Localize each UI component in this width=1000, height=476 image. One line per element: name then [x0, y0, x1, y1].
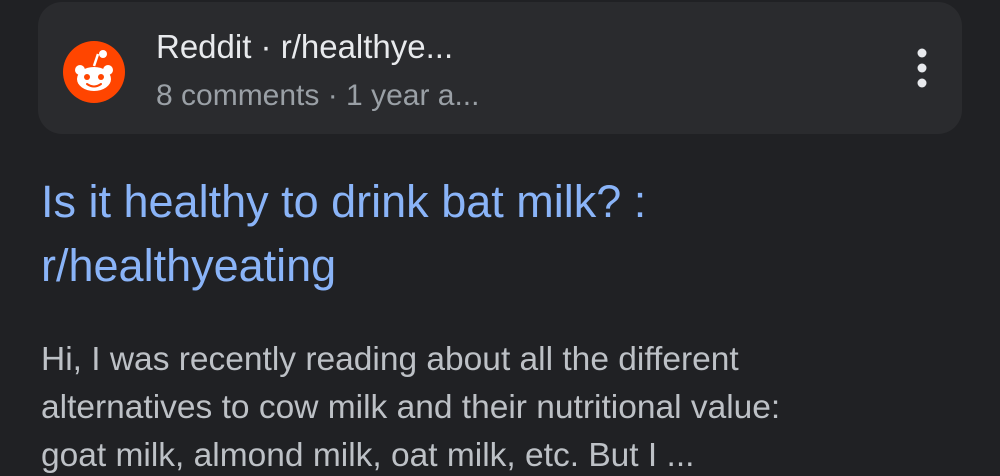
- source-card[interactable]: Reddit · r/healthye... 8 comments · 1 ye…: [38, 2, 962, 134]
- result-title-line-1: Is it healthy to drink bat milk? :: [41, 176, 647, 227]
- source-meta: 8 comments · 1 year a...: [156, 79, 480, 112]
- snippet-line-1: Hi, I was recently reading about all the…: [41, 341, 739, 378]
- result-snippet: Hi, I was recently reading about all the…: [41, 336, 971, 476]
- result-title-line-2: r/healthyeating: [41, 240, 337, 291]
- snippet-line-2: alternatives to cow milk and their nutri…: [41, 389, 781, 426]
- more-vert-icon: [917, 48, 927, 88]
- result-title-link[interactable]: Is it healthy to drink bat milk? : r/hea…: [41, 170, 941, 298]
- more-options-button[interactable]: [910, 42, 934, 94]
- snippet-line-3: goat milk, almond milk, oat milk, etc. B…: [41, 437, 695, 474]
- source-name: Reddit · r/healthye...: [156, 28, 454, 65]
- reddit-logo-icon: [63, 41, 125, 103]
